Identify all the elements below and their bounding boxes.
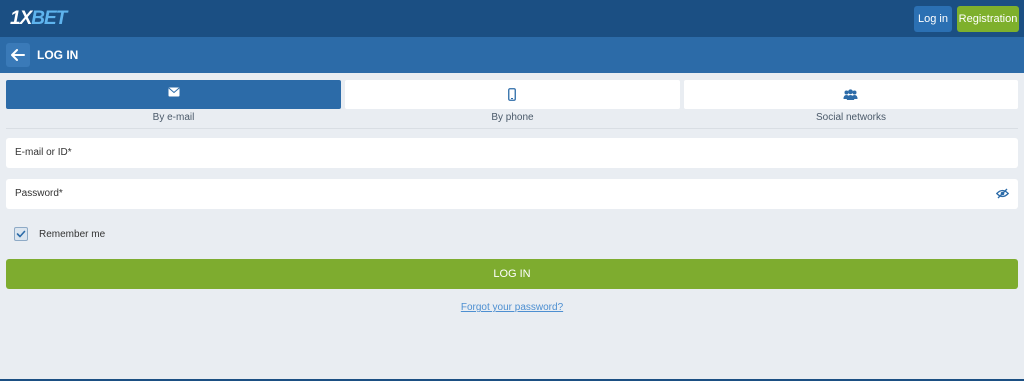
back-button[interactable] [6, 43, 30, 67]
registration-button[interactable]: Registration [957, 6, 1019, 32]
checkmark-icon [16, 230, 26, 238]
page-header: LOG IN [0, 37, 1024, 73]
eye-slash-icon[interactable] [996, 188, 1009, 199]
tab-by-email[interactable] [6, 80, 341, 109]
tab-label-email: By e-mail [152, 112, 195, 123]
tab-label-social: Social networks [815, 112, 887, 123]
email-field[interactable]: E-mail or ID* [6, 138, 1018, 168]
tab-by-phone[interactable] [345, 80, 680, 109]
top-navigation-bar: 1XBET Log in Registration [0, 0, 1024, 37]
forgot-password-link[interactable]: Forgot your password? [0, 302, 1024, 314]
password-field[interactable]: Password* [6, 179, 1018, 209]
forgot-password-text[interactable]: Forgot your password? [461, 302, 563, 313]
tab-label-phone: By phone [491, 112, 534, 123]
remember-me-checkbox[interactable] [14, 227, 28, 241]
remember-me-label[interactable]: Remember me [39, 229, 105, 241]
users-icon [843, 89, 858, 100]
page-title: LOG IN [37, 48, 79, 62]
divider [6, 128, 1018, 129]
login-button[interactable]: Log in [914, 6, 952, 32]
arrow-left-icon [11, 49, 25, 61]
password-field-placeholder: Password* [15, 188, 63, 199]
login-submit-button[interactable]: LOG IN [6, 259, 1018, 289]
logo-main-text: 1X [10, 8, 32, 29]
logo-accent-text: BET [31, 8, 67, 29]
email-field-placeholder: E-mail or ID* [15, 147, 72, 158]
brand-logo[interactable]: 1XBET [10, 8, 67, 29]
phone-icon [508, 88, 516, 101]
tab-social-networks[interactable] [684, 80, 1018, 109]
envelope-icon [168, 87, 180, 97]
